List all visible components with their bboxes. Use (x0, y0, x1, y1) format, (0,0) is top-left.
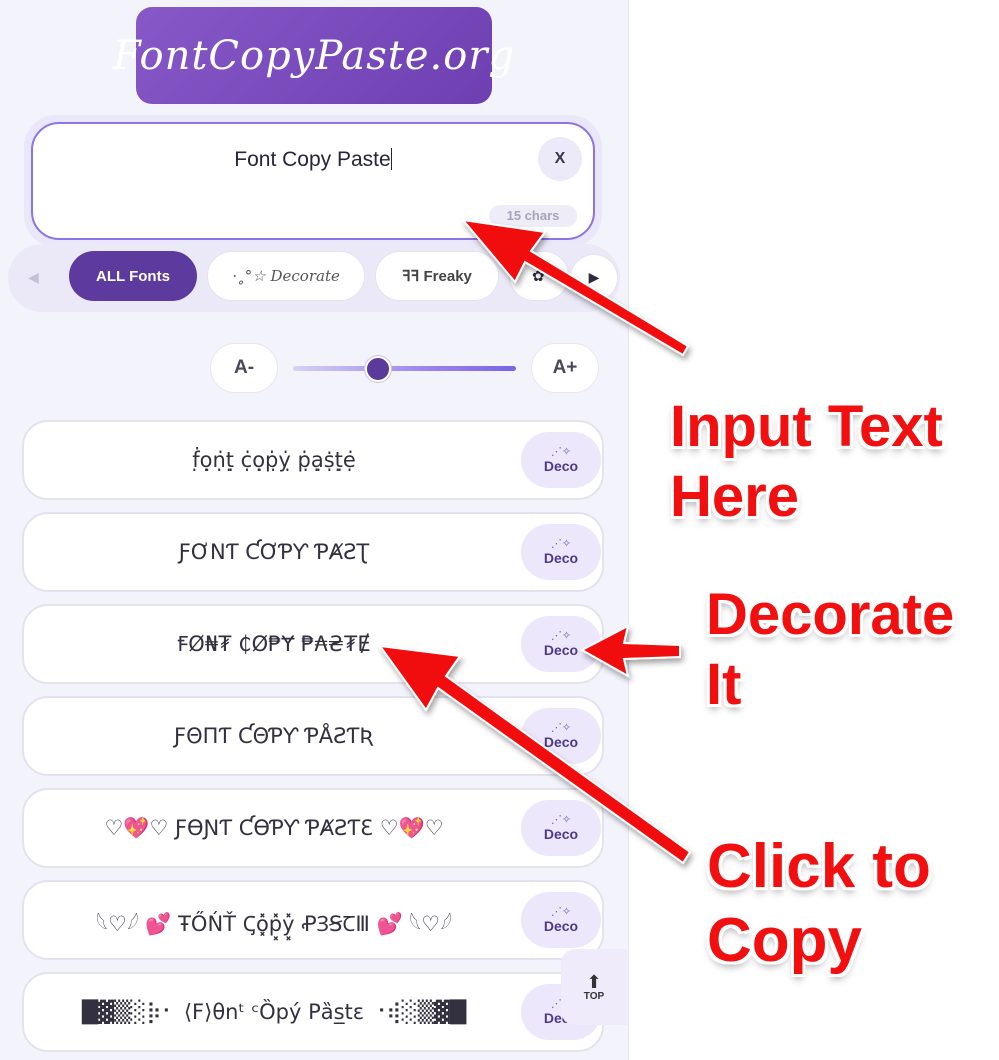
deco-label: Deco (543, 642, 579, 658)
deco-label: Deco (543, 734, 579, 750)
font-result-card[interactable]: █▓▒░⡷⠂ ⟨F⟩θnᵗ ᶜȌpý Pȁs̲tɛ ⠐⢾░▒▓█ ⋰✧ Deco (22, 972, 604, 1052)
deco-button[interactable]: ⋰✧ Deco (521, 616, 601, 672)
font-size-slider[interactable] (293, 366, 516, 371)
font-result-text[interactable]: ꞘØ₦₮ ₵Ø₱Ɏ ₱₳₴₮Ɇ (24, 606, 524, 682)
font-result-card[interactable]: ḟ̣ọ̣ṇ̇ṭ̣ ċ̣ọ̣ṗ̣ỵ̇ ṗ̣ạ̣ṩṭ̣ẹ̇ ⋰✧ Deco (22, 420, 604, 500)
deco-label: Deco (543, 550, 579, 566)
deco-button[interactable]: ⋰✧ Deco (521, 524, 601, 580)
arrow-up-icon: ⬆ (586, 971, 602, 992)
tab-decorate[interactable]: ⋅˳°☆ Decorate (207, 251, 365, 301)
sparkle-icon: ⋰✧ (550, 629, 572, 642)
font-result-text[interactable]: █▓▒░⡷⠂ ⟨F⟩θnᵗ ᶜȌpý Pȁs̲tɛ ⠐⢾░▒▓█ (24, 974, 524, 1050)
font-result-text[interactable]: 𓆩♡𓆪 💕 ŦŐŃŤ Ꞔo͓̽p͓̽y͓̽ ꝒꞫꞨꞆⅢ 💕 𓆩♡𓆪 (24, 882, 524, 958)
sparkle-icon: ⋰✧ (550, 905, 572, 918)
scroll-top-label: TOP (583, 990, 605, 1002)
clear-button[interactable]: X (538, 137, 582, 181)
deco-label: Deco (543, 918, 579, 934)
annotation-copy: Click to Copy (707, 832, 931, 976)
increase-size-button[interactable]: A+ (531, 343, 599, 393)
tab-all-fonts[interactable]: ALL Fonts (69, 251, 197, 301)
char-count-badge: 15 chars (489, 205, 577, 227)
site-logo[interactable]: FontCopyPaste.org (113, 7, 514, 104)
sparkle-icon: ⋰✧ (550, 445, 572, 458)
annotation-decorate: Decorate It (706, 582, 955, 717)
font-app-panel: FontCopyPaste.org Font Copy Paste X 15 c… (0, 0, 629, 1060)
deco-button[interactable]: ⋰✧ Deco (521, 800, 601, 856)
font-result-card[interactable]: ꞘØ₦₮ ₵Ø₱Ɏ ₱₳₴₮Ɇ ⋰✧ Deco (22, 604, 604, 684)
deco-label: Deco (543, 826, 579, 842)
decrease-size-button[interactable]: A- (210, 343, 278, 393)
sparkle-icon: ⋰✧ (550, 813, 572, 826)
slider-thumb[interactable] (364, 356, 391, 382)
deco-button[interactable]: ⋰✧ Deco (521, 892, 601, 948)
font-result-text[interactable]: ḟ̣ọ̣ṇ̇ṭ̣ ċ̣ọ̣ṗ̣ỵ̇ ṗ̣ạ̣ṩṭ̣ẹ̇ (24, 422, 524, 498)
font-result-card[interactable]: 𓆩♡𓆪 💕 ŦŐŃŤ Ꞔo͓̽p͓̽y͓̽ ꝒꞫꞨꞆⅢ 💕 𓆩♡𓆪 ⋰✧ Dec… (22, 880, 604, 960)
deco-label: Deco (543, 458, 579, 474)
tab-next-category[interactable]: ✿ (509, 251, 569, 301)
text-caret (390, 148, 392, 170)
deco-button[interactable]: ⋰✧ Deco (521, 432, 601, 488)
scroll-left-icon[interactable]: ◀ (28, 270, 39, 286)
annotation-input-text: Input Text Here (670, 394, 943, 529)
sparkle-icon: ⋰✧ (550, 721, 572, 734)
font-result-text[interactable]: ƑΘΠƬ ƇΘƤƳ ƤÅƧƬƦ (24, 698, 524, 774)
deco-button[interactable]: ⋰✧ Deco (521, 708, 601, 764)
tab-freaky[interactable]: ꟻꟻ Freaky (375, 251, 499, 301)
font-result-text[interactable]: ƑƠNƬ ƇƠƤƳ ƤȺƧƮ (24, 514, 524, 590)
scroll-to-top-button[interactable]: ⬆ TOP (561, 949, 627, 1025)
font-result-card[interactable]: ƑΘΠƬ ƇΘƤƳ ƤÅƧƬƦ ⋰✧ Deco (22, 696, 604, 776)
font-result-card[interactable]: ƑƠNƬ ƇƠƤƳ ƤȺƧƮ ⋰✧ Deco (22, 512, 604, 592)
sparkle-icon: ⋰✧ (550, 537, 572, 550)
font-result-text[interactable]: ♡💖♡ ƑƟƝƬ ƇƟƤƳ ƤȺƧƬƐ ♡💖♡ (24, 790, 524, 866)
scroll-right-icon[interactable]: ▶ (570, 254, 618, 302)
input-value[interactable]: Font Copy Paste (33, 148, 593, 172)
font-result-card[interactable]: ♡💖♡ ƑƟƝƬ ƇƟƤƳ ƤȺƧƬƐ ♡💖♡ ⋰✧ Deco (22, 788, 604, 868)
